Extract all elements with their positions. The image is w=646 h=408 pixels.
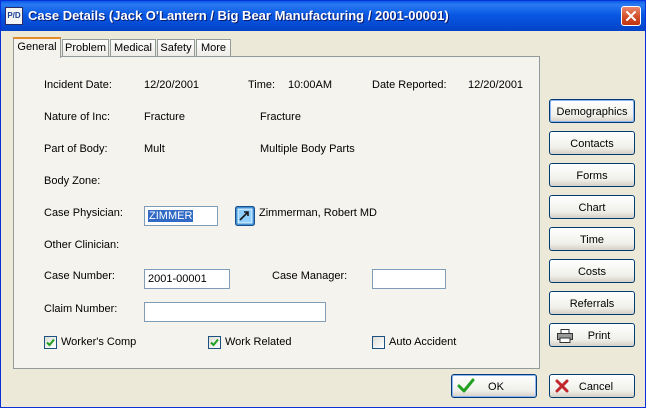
print-button[interactable]: Print — [549, 323, 635, 347]
time-value: 10:00AM — [288, 79, 333, 91]
incident-date-value: 12/20/2001 — [144, 79, 200, 91]
checkmark-icon — [46, 338, 55, 347]
tab-medical-label: Medical — [114, 42, 152, 54]
ok-button[interactable]: OK — [451, 374, 537, 398]
nature-label: Nature of Inc: — [44, 111, 111, 123]
time-button[interactable]: Time — [549, 227, 635, 251]
cancel-button[interactable]: Cancel — [549, 374, 635, 398]
other-clinician-label: Other Clinician: — [44, 239, 120, 251]
nature-code: Fracture — [144, 111, 185, 123]
tab-general-label: General — [17, 41, 57, 53]
costs-button-label: Costs — [577, 266, 607, 278]
cancel-button-label: Cancel — [578, 381, 614, 393]
chart-button-label: Chart — [578, 202, 606, 214]
app-icon: P/D — [5, 7, 23, 25]
tab-general[interactable]: General — [13, 37, 61, 58]
time-button-label: Time — [579, 234, 605, 246]
referrals-button[interactable]: Referrals — [549, 291, 635, 315]
checkmark-icon — [210, 338, 219, 347]
date-reported-value: 12/20/2001 — [468, 79, 524, 91]
work-related-label: Work Related — [225, 336, 292, 348]
time-label: Time: — [248, 79, 276, 91]
contacts-button-label: Contacts — [570, 138, 614, 150]
workers-comp-box[interactable] — [44, 336, 57, 349]
date-reported-label: Date Reported: — [372, 79, 447, 91]
auto-accident-label: Auto Accident — [389, 336, 457, 348]
tab-more-label: More — [200, 42, 227, 54]
title-bar[interactable]: P/D Case Details (Jack O'Lantern / Big B… — [1, 1, 645, 31]
close-icon — [626, 11, 636, 21]
close-button[interactable] — [621, 6, 641, 26]
case-number-label: Case Number: — [44, 270, 115, 282]
claim-number-input[interactable] — [144, 302, 326, 322]
demographics-button-label: Demographics — [556, 106, 628, 118]
tab-safety[interactable]: Safety — [157, 39, 195, 57]
part-of-body-label: Part of Body: — [44, 143, 108, 155]
case-physician-label: Case Physician: — [44, 207, 123, 219]
case-physician-value: ZIMMER — [148, 210, 194, 222]
case-manager-label: Case Manager: — [272, 270, 348, 282]
part-of-body-code: Mult — [144, 143, 165, 155]
work-related-box[interactable] — [208, 336, 221, 349]
incident-date-label: Incident Date: — [44, 79, 112, 91]
workers-comp-label: Worker's Comp — [61, 336, 137, 348]
case-details-window: P/D Case Details (Jack O'Lantern / Big B… — [0, 0, 646, 408]
physician-name: Zimmerman, Robert MD — [259, 207, 377, 219]
case-manager-input[interactable] — [372, 269, 446, 289]
auto-accident-box[interactable] — [372, 336, 385, 349]
tab-safety-label: Safety — [160, 42, 192, 54]
claim-number-label: Claim Number: — [44, 303, 118, 315]
case-physician-input[interactable]: ZIMMER — [144, 206, 218, 226]
lookup-icon — [235, 206, 255, 226]
ok-button-label: OK — [488, 381, 504, 393]
tab-medical[interactable]: Medical — [110, 39, 156, 57]
demographics-button[interactable]: Demographics — [549, 99, 635, 123]
referrals-button-label: Referrals — [569, 298, 615, 310]
case-number-input[interactable]: 2001-00001 — [144, 269, 230, 289]
contacts-button[interactable]: Contacts — [549, 131, 635, 155]
print-button-label: Print — [587, 330, 611, 342]
costs-button[interactable]: Costs — [549, 259, 635, 283]
forms-button[interactable]: Forms — [549, 163, 635, 187]
nature-description: Fracture — [260, 111, 301, 123]
physician-lookup-button[interactable] — [235, 206, 255, 226]
forms-button-label: Forms — [576, 170, 608, 182]
part-of-body-description: Multiple Body Parts — [260, 143, 355, 155]
tab-more[interactable]: More — [196, 39, 231, 57]
tab-problem-label: Problem — [65, 42, 106, 54]
body-zone-label: Body Zone: — [44, 175, 101, 187]
window-title: Case Details (Jack O'Lantern / Big Bear … — [28, 8, 449, 23]
tab-problem[interactable]: Problem — [62, 39, 109, 57]
chart-button[interactable]: Chart — [549, 195, 635, 219]
